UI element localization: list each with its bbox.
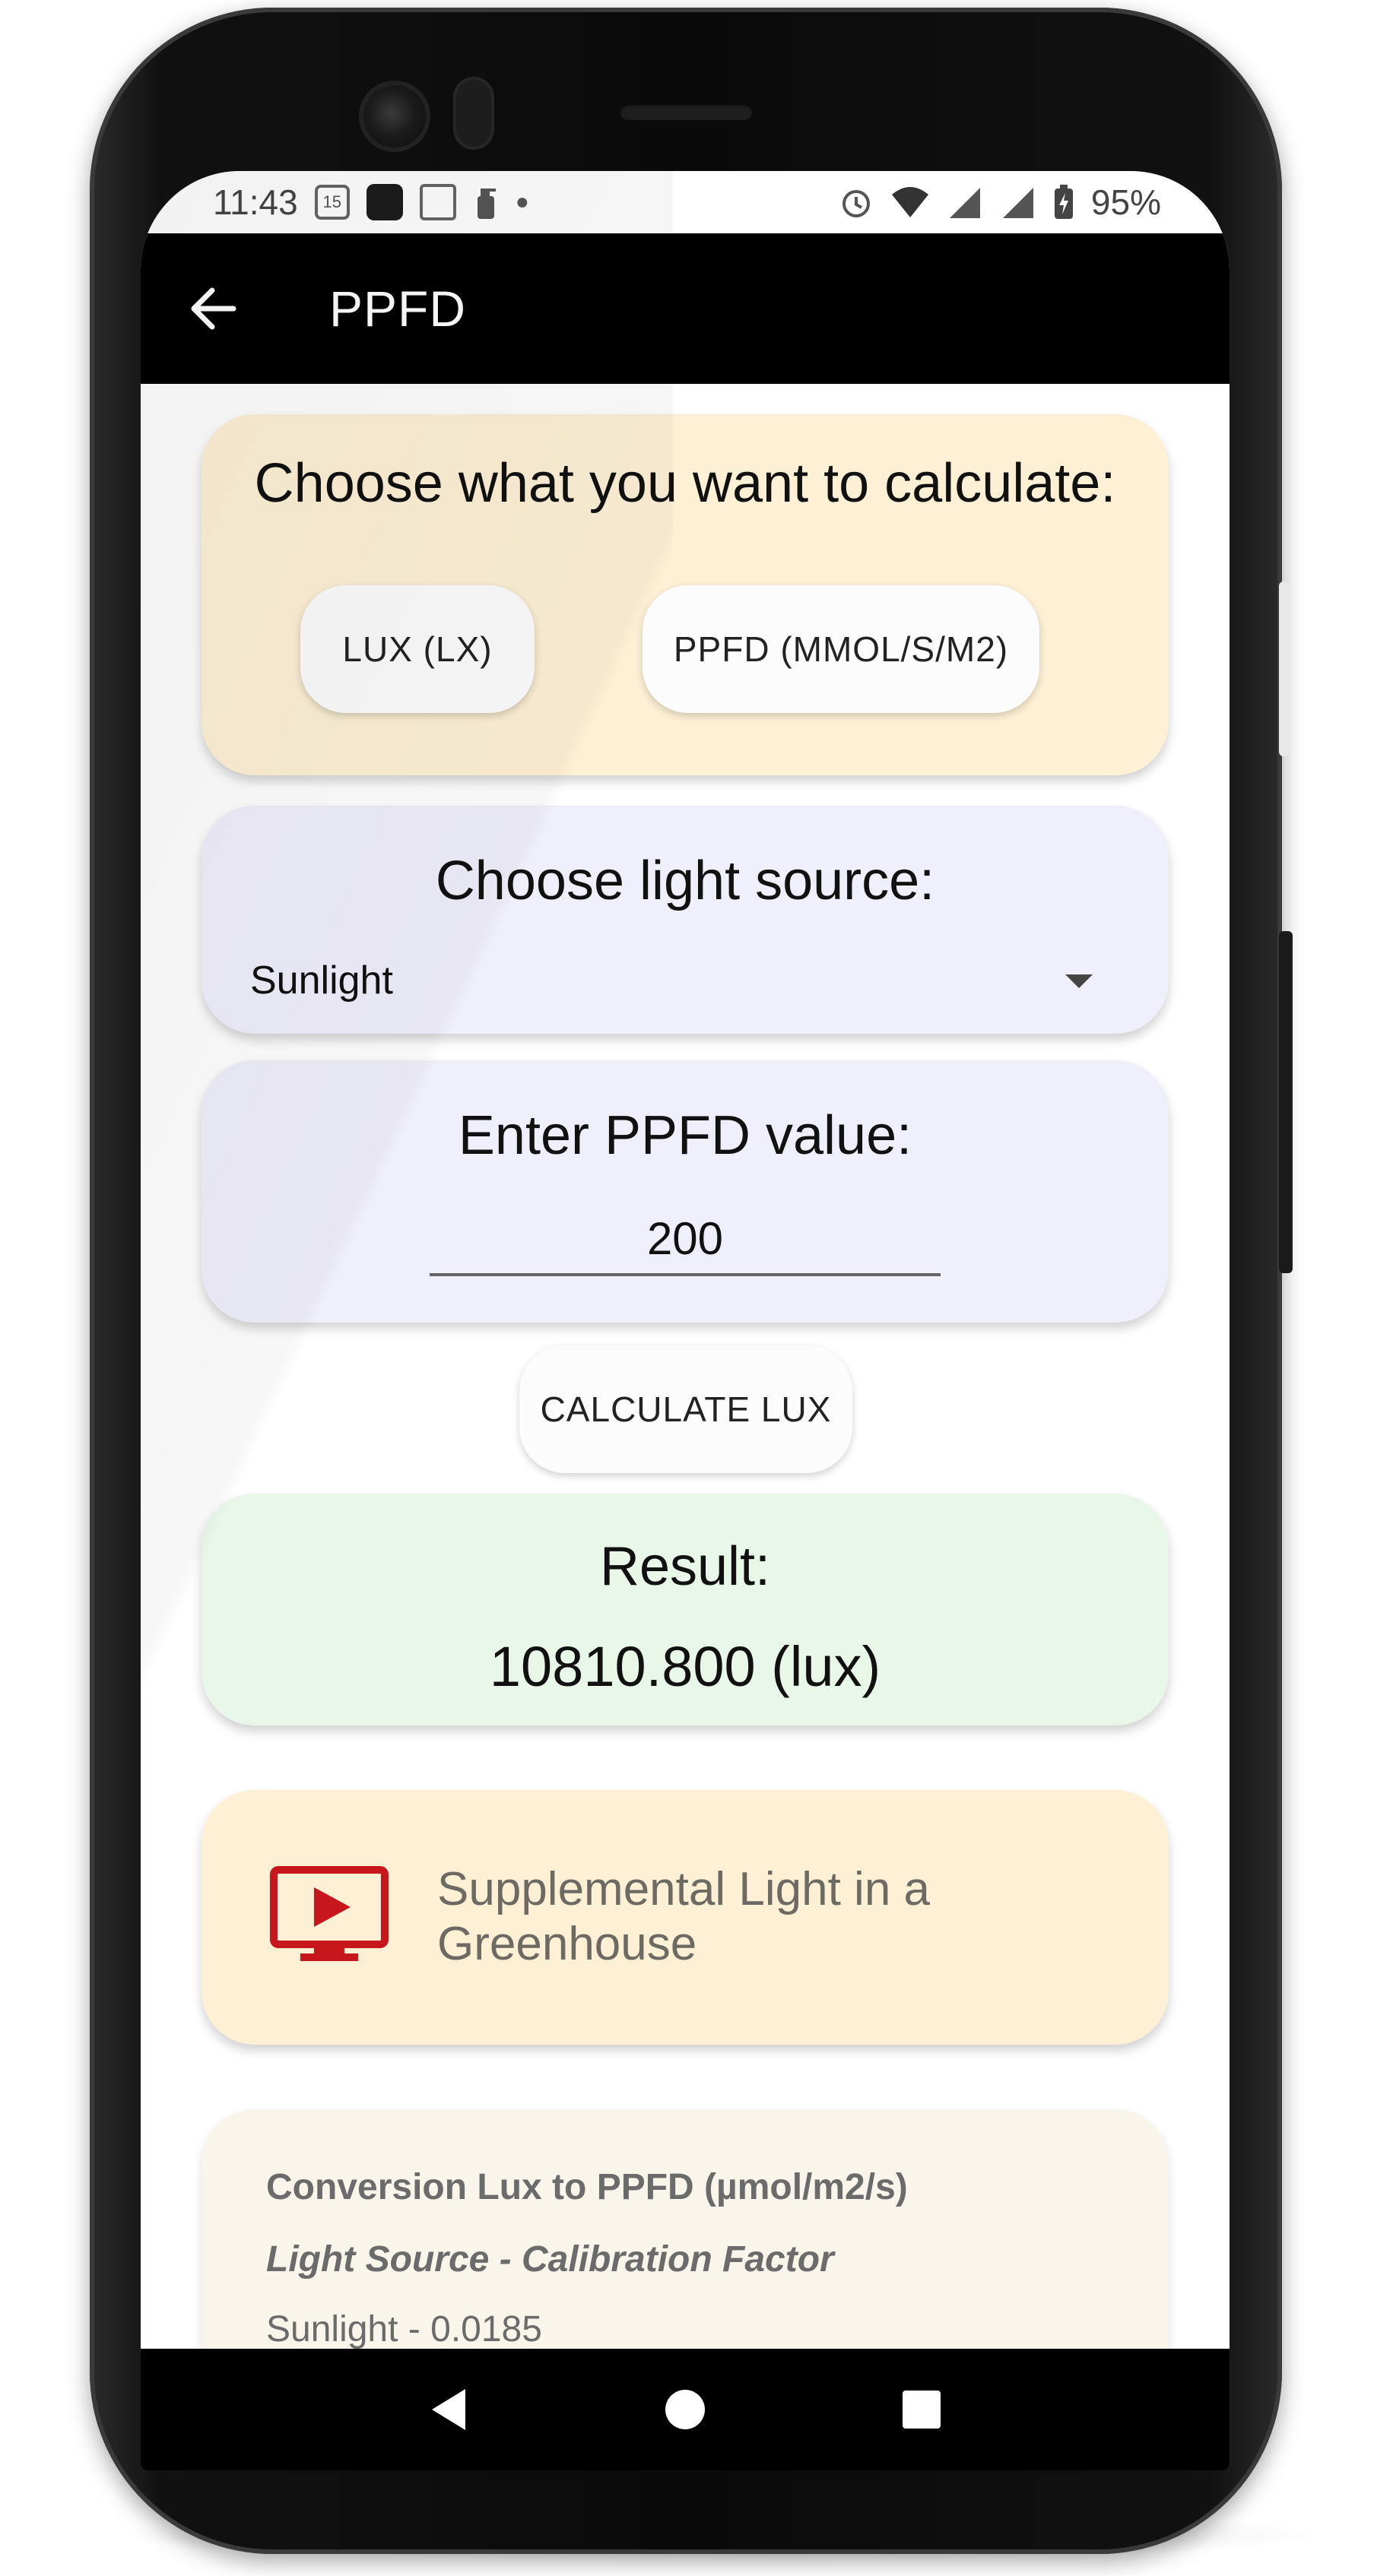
front-camera <box>363 85 426 147</box>
power-button <box>1279 931 1293 1273</box>
proximity-sensor <box>456 80 491 147</box>
side-key <box>1279 581 1290 756</box>
more-notifications-dot-icon: ● <box>515 189 529 214</box>
calculate-lux-button[interactable]: CALCULATE LUX <box>519 1345 852 1473</box>
status-right: 95% <box>839 182 1161 223</box>
app-title: PPFD <box>329 280 467 337</box>
nav-recents-icon <box>902 2391 941 2429</box>
result-heading: Result: <box>599 1536 771 1597</box>
light-source-heading: Choose light source: <box>435 851 935 911</box>
nav-recents-button[interactable] <box>887 2375 956 2444</box>
app-bar: PPFD <box>141 233 1230 384</box>
battery-charging-icon <box>1053 184 1074 220</box>
ppfd-option-button[interactable]: PPFD (MMOL/S/M2) <box>643 585 1039 713</box>
calculation-choice-card: Choose what you want to calculate: LUX (… <box>201 414 1169 775</box>
wifi-icon <box>890 185 930 219</box>
spray-icon <box>473 184 499 220</box>
ppfd-input-heading: Enter PPFD value: <box>458 1105 912 1166</box>
earpiece-speaker <box>620 103 753 120</box>
nav-back-icon <box>432 2389 466 2430</box>
status-bar: 11:43 15 ● 95% <box>141 171 1230 233</box>
app-notification-icon <box>366 184 403 220</box>
video-title-line1: Supplemental Light in a <box>437 1863 931 1915</box>
calendar-icon: 15 <box>314 185 350 220</box>
conversion-note-subtitle: Light Source - Calibration Factor <box>266 2239 834 2280</box>
video-card[interactable]: Supplemental Light in a Greenhouse <box>201 1790 1169 2045</box>
lux-option-button[interactable]: LUX (LX) <box>300 585 535 713</box>
nav-home-icon <box>665 2390 705 2429</box>
nav-home-button[interactable] <box>651 2375 719 2444</box>
result-value: 10810.800 (lux) <box>489 1635 881 1698</box>
video-title: Supplemental Light in a Greenhouse <box>437 1862 1030 1972</box>
navigation-bar <box>141 2349 1230 2470</box>
calculation-choice-heading: Choose what you want to calculate: <box>254 453 1116 514</box>
ppfd-input-card: Enter PPFD value: 200 <box>201 1060 1169 1323</box>
nav-back-button[interactable] <box>414 2375 483 2444</box>
video-title-line2: Greenhouse <box>437 1918 697 1970</box>
signal-icon <box>1000 185 1036 220</box>
alarm-icon <box>839 185 874 220</box>
ppfd-value-input[interactable]: 200 <box>430 1212 941 1276</box>
status-time: 11:43 <box>213 182 298 222</box>
light-source-card: Choose light source: Sunlight <box>201 806 1169 1034</box>
status-left: 11:43 15 ● <box>213 182 529 223</box>
battery-percentage: 95% <box>1090 182 1161 222</box>
conversion-note-title: Conversion Lux to PPFD (µmol/m2/s) <box>266 2167 908 2207</box>
devices-icon <box>419 184 456 220</box>
video-play-icon <box>270 1866 389 1969</box>
back-arrow-icon[interactable] <box>186 282 240 335</box>
light-source-dropdown[interactable]: Sunlight <box>250 958 393 1003</box>
dropdown-arrow-icon[interactable] <box>1065 974 1093 988</box>
screen: 11:43 15 ● 95% PPFD Choose what you want… <box>141 171 1230 2349</box>
conversion-note-card: Conversion Lux to PPFD (µmol/m2/s) Light… <box>201 2109 1169 2349</box>
conversion-note-entry: Sunlight - 0.0185 <box>266 2309 542 2349</box>
signal-roaming-icon <box>947 185 983 220</box>
result-card: Result: 10810.800 (lux) <box>201 1494 1169 1725</box>
